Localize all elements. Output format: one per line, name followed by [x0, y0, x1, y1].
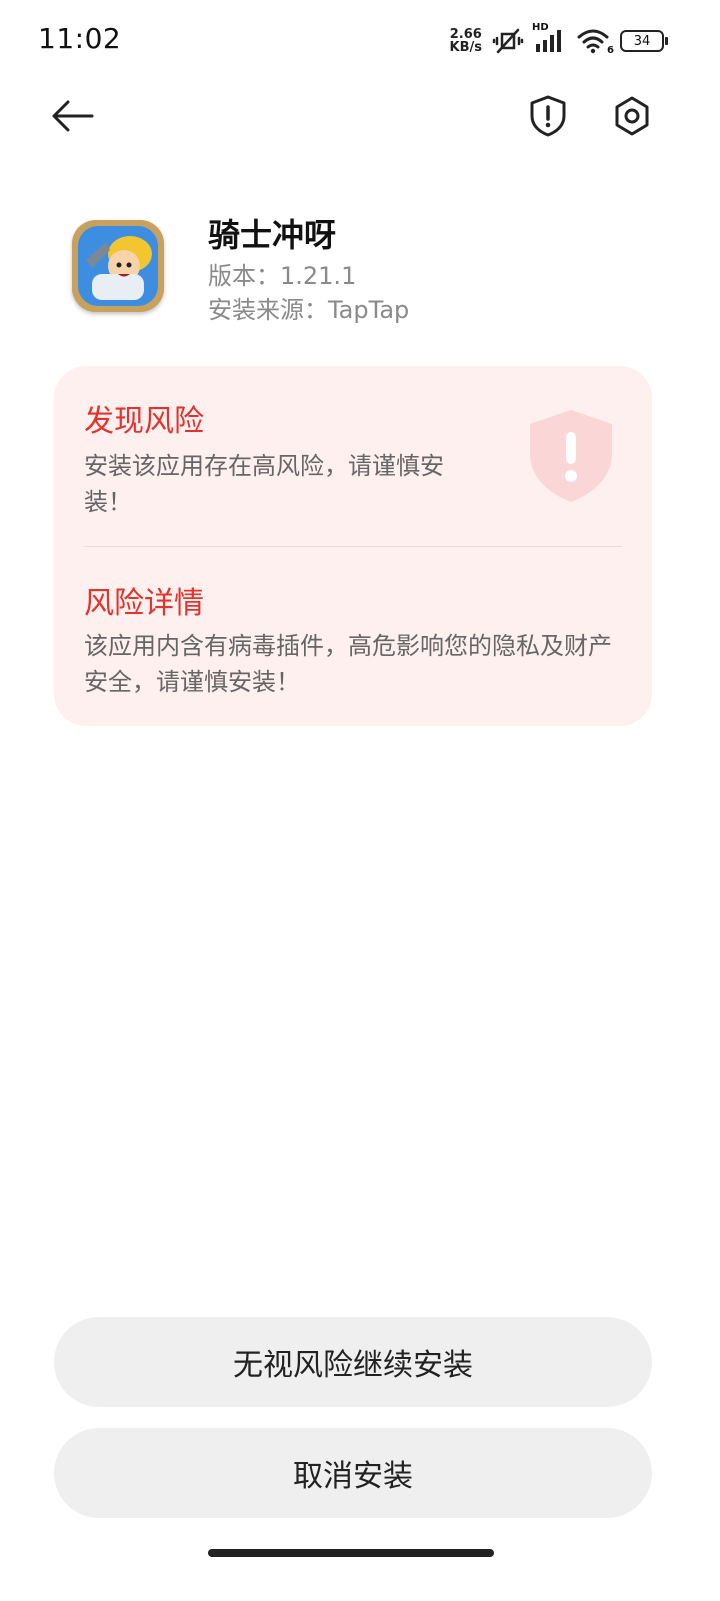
- cancel-install-button[interactable]: 取消安装: [54, 1428, 652, 1518]
- wifi-icon: 6: [576, 28, 614, 56]
- signal-icon: HD: [532, 22, 566, 54]
- net-speed-unit: KB/s: [449, 40, 482, 55]
- status-time: 11:02: [38, 22, 122, 55]
- warning-shield-icon: [526, 406, 616, 506]
- app-icon: [72, 220, 164, 312]
- risk-detail-description: 该应用内含有病毒插件，高危影响您的隐私及财产安全，请谨慎安装！: [84, 632, 612, 696]
- app-name: 骑士冲呀: [208, 216, 337, 254]
- app-version: 版本：1.21.1: [208, 262, 357, 290]
- risk-description: 安装该应用存在高风险，请谨慎安装！: [84, 452, 444, 516]
- home-indicator[interactable]: [208, 1549, 494, 1557]
- back-button[interactable]: [44, 95, 100, 141]
- ignore-risk-install-button[interactable]: 无视风险继续安装: [54, 1317, 652, 1407]
- settings-button[interactable]: [606, 92, 658, 144]
- hd-label: HD: [532, 22, 549, 33]
- shield-alert-icon: [528, 94, 568, 142]
- mute-vibrate-icon: [492, 26, 524, 56]
- wifi-label: 6: [607, 45, 614, 56]
- knight-character-icon: [72, 220, 164, 312]
- risk-detail-title: 风险详情: [84, 586, 204, 621]
- back-arrow-icon: [50, 99, 94, 137]
- settings-gear-icon: [612, 95, 652, 141]
- battery-level: 34: [633, 33, 651, 49]
- security-button[interactable]: [522, 92, 574, 144]
- battery-icon: 34: [620, 30, 668, 52]
- status-icons: 2.66 KB/s HD 6 34: [450, 22, 668, 60]
- risk-title: 发现风险: [84, 404, 204, 439]
- divider: [84, 546, 622, 547]
- network-speed: 2.66 KB/s: [450, 28, 482, 54]
- install-source: 安装来源：TapTap: [208, 296, 410, 324]
